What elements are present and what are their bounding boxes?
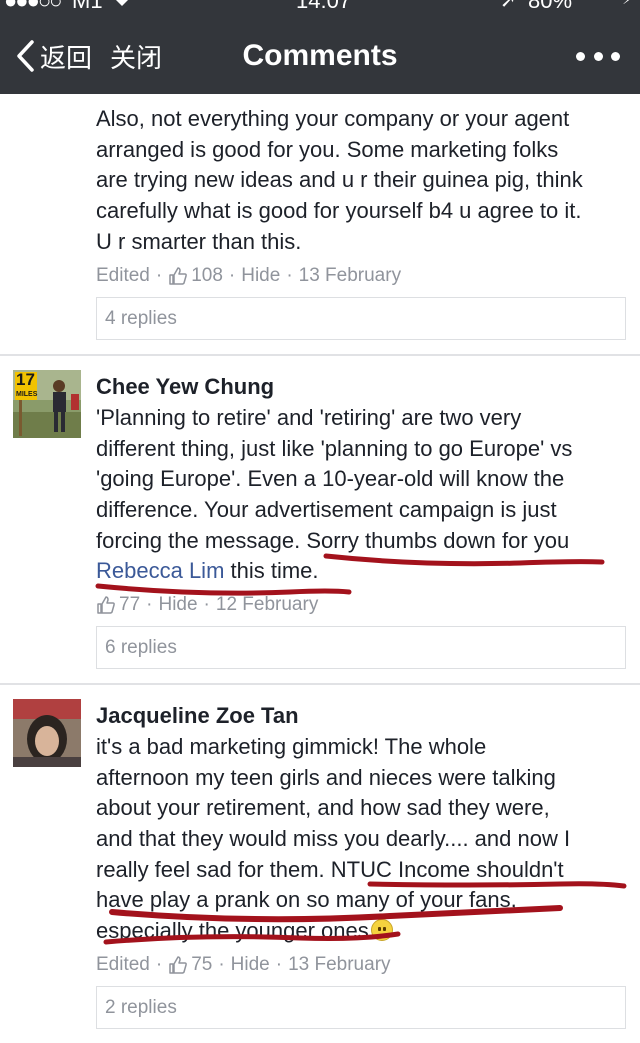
status-bar: ●●●○○ M1 14:07 ➚ 80% ⚡ xyxy=(0,0,640,14)
comment-meta: 77 · Hide · 12 February xyxy=(96,594,318,616)
close-button[interactable]: 关闭 xyxy=(110,36,162,76)
comment-date: 13 February xyxy=(288,954,391,975)
like-count-value: 75 xyxy=(191,954,213,975)
mention-tail: this time. xyxy=(224,558,319,584)
comment-text-line: afternoon my teen girls and nieces were … xyxy=(96,764,556,790)
like-count-value: 77 xyxy=(119,594,141,615)
comment-meta: Edited · 75 · Hide · 13 February xyxy=(96,954,391,976)
divider xyxy=(0,683,640,685)
comment-text-line: especially the younger ones xyxy=(96,916,636,947)
more-dots-icon xyxy=(593,51,603,61)
location-arrow-icon: ➚ xyxy=(500,0,517,12)
comment-text: 'Planning to retire' and 'retiring' are … xyxy=(96,403,636,587)
sad-face-emoji xyxy=(370,919,393,942)
separator: · xyxy=(146,594,153,615)
edited-label: Edited xyxy=(96,265,150,286)
comment-text-line: really feel sad for them. NTUC Income sh… xyxy=(96,856,564,882)
battery-percent: 80% xyxy=(528,0,573,13)
comment-text-line: it's a bad marketing gimmick! The whole xyxy=(96,734,487,759)
separator: · xyxy=(203,594,210,615)
signal-strength-icon: ●●●○○ xyxy=(4,0,62,13)
mention-link[interactable]: Rebecca Lim xyxy=(96,558,224,583)
comment-text-line: carefully what is good for yourself b4 u… xyxy=(96,198,582,224)
chevron-left-icon xyxy=(17,40,34,72)
wifi-icon xyxy=(112,0,132,14)
more-dots-icon xyxy=(611,51,620,61)
separator: · xyxy=(228,265,236,286)
comment-text-line: U r smarter than this. xyxy=(96,228,302,254)
replies-button[interactable]: 6 replies xyxy=(96,626,626,669)
more-dots-icon xyxy=(576,51,585,61)
replies-button[interactable]: 2 replies xyxy=(96,986,626,1029)
comment-text-line: and that they would miss you dearly.... … xyxy=(96,826,571,852)
like-count[interactable]: 75 xyxy=(168,954,212,976)
comment-date: 12 February xyxy=(215,594,319,615)
separator: · xyxy=(286,265,293,286)
hide-link[interactable]: Hide xyxy=(231,954,270,976)
avatar[interactable]: 17 MILES xyxy=(13,370,81,438)
separator: · xyxy=(218,954,225,975)
comment-text-line: 'Planning to retire' and 'retiring' are … xyxy=(96,405,522,430)
replies-button[interactable]: 4 replies xyxy=(96,297,626,340)
comment-text-line: about your retirement, and how sad they … xyxy=(96,795,550,821)
back-button[interactable]: 返回 xyxy=(14,36,92,76)
like-count[interactable]: 77 xyxy=(96,594,140,616)
thumbs-up-icon xyxy=(169,267,188,285)
comment-text: Also, not everything your company or you… xyxy=(96,104,636,257)
status-time: 14:07 xyxy=(296,0,352,13)
hide-link[interactable]: Hide xyxy=(158,594,197,616)
comment-date: 13 February xyxy=(298,265,402,286)
thumbs-up-icon xyxy=(169,956,188,974)
hide-link[interactable]: Hide xyxy=(241,265,280,287)
more-options-button[interactable] xyxy=(576,36,620,76)
avatar[interactable] xyxy=(13,699,81,767)
charging-icon: ⚡ xyxy=(622,0,635,9)
comment-text-line: different thing, just like 'planning to … xyxy=(96,435,573,461)
separator: · xyxy=(155,265,163,286)
edited-label: Edited xyxy=(96,954,150,975)
comment-text-line: 'going Europe'. Even a 10-year-old will … xyxy=(96,466,565,492)
comment-text-tail: especially the younger ones xyxy=(96,918,369,944)
thumbs-up-icon xyxy=(97,596,115,614)
back-label: 返回 xyxy=(40,42,93,73)
avatar-badge-text: MILES xyxy=(16,391,38,398)
comment-author[interactable]: Jacqueline Zoe Tan xyxy=(96,703,299,729)
comment-text-line: forcing the message. Sorry thumbs down f… xyxy=(96,527,570,553)
top-bar: ●●●○○ M1 14:07 ➚ 80% ⚡ 返回 关闭 Comments xyxy=(0,0,640,94)
comment-text-line: are trying new ideas and u r their guine… xyxy=(96,167,583,193)
carrier-name: M1 xyxy=(72,0,103,13)
comment-text-line: Also, not everything your company or you… xyxy=(96,106,570,131)
page-title: Comments xyxy=(242,39,398,72)
avatar-badge-number: 17 xyxy=(16,370,35,389)
comment-text-line: Rebecca Lim this time. xyxy=(96,556,636,587)
avatar-photo xyxy=(13,699,81,767)
comment-text: it's a bad marketing gimmick! The whole … xyxy=(96,732,636,947)
separator: · xyxy=(275,954,283,975)
like-count-value: 108 xyxy=(191,265,223,286)
separator: · xyxy=(155,954,163,975)
divider xyxy=(0,354,640,356)
comment-meta: Edited · 108 · Hide · 13 February xyxy=(96,265,401,287)
comment-text-line: have play a prank on so many of your fan… xyxy=(96,887,517,913)
comment-author[interactable]: Chee Yew Chung xyxy=(96,374,274,400)
comment-text-line: arranged is good for you. Some marketing… xyxy=(96,136,559,162)
like-count[interactable]: 108 xyxy=(168,265,223,287)
comment-text-line: difference. Your advertisement campaign … xyxy=(96,497,557,523)
